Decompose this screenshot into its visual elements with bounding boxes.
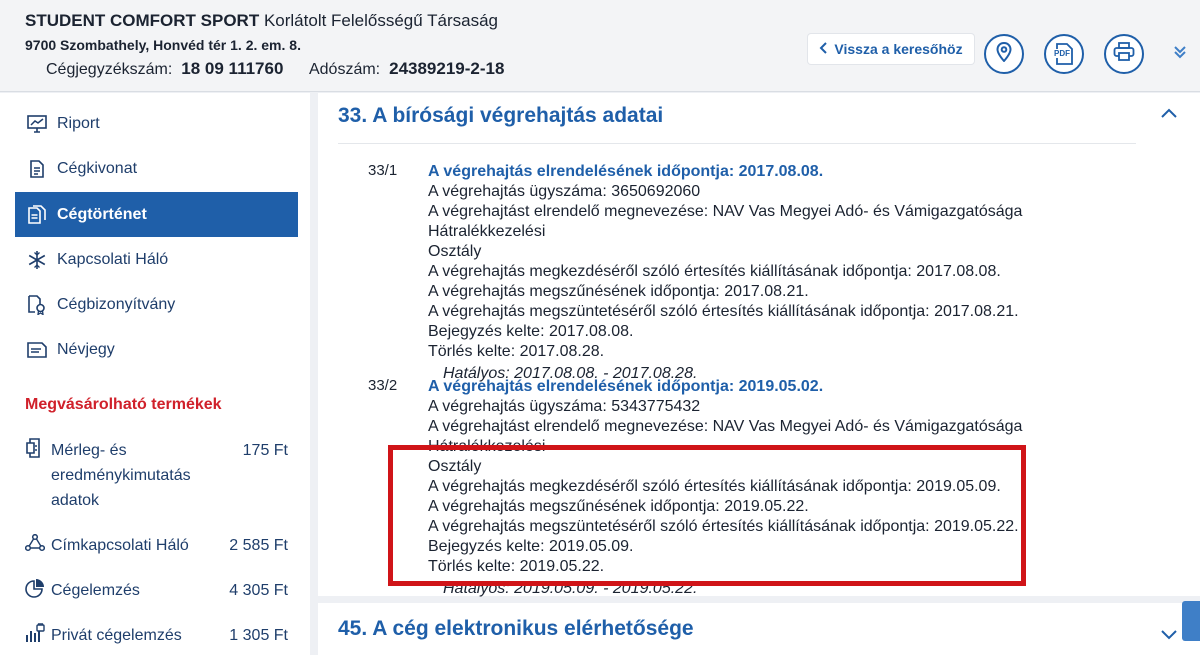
print-button[interactable] xyxy=(1104,34,1144,74)
pdf-download-button[interactable]: PDF xyxy=(1044,34,1084,74)
entry-number: 33/2 xyxy=(368,377,398,394)
sidebar-item-label: Névjegy xyxy=(57,340,115,358)
sidebar-item-label: Riport xyxy=(57,114,100,132)
product-balance-sheet[interactable]: Mérleg- és eredménykimutatás adatok 175 … xyxy=(25,438,290,509)
sidebar-item-nevjegy[interactable]: Névjegy xyxy=(15,327,298,372)
entry-line: A végrehajtás ügyszáma: 3650692060 xyxy=(428,183,701,200)
products-title: Megvásárolható termékek xyxy=(25,396,222,413)
product-price: 2 585 Ft xyxy=(229,537,288,554)
sidebar-item-label: Cégtörténet xyxy=(57,205,147,223)
sidebar-item-label: Cégkivonat xyxy=(57,159,138,177)
printer-icon xyxy=(1113,41,1135,67)
certificate-icon xyxy=(27,294,47,315)
tax-number-value: 24389219-2-18 xyxy=(389,59,505,78)
company-name-bold: STUDENT COMFORT SPORT xyxy=(25,11,260,30)
entry-line: A végrehajtás megkezdéséről szóló értesí… xyxy=(428,263,1001,280)
chevron-down-icon[interactable] xyxy=(1160,628,1178,640)
monitor-icon xyxy=(27,114,47,134)
chevron-left-icon xyxy=(819,41,828,58)
product-price: 175 Ft xyxy=(242,442,288,459)
section-33-panel: 33. A bírósági végrehajtás adatai 33/1 A… xyxy=(318,93,1200,597)
entry-line: A végrehajtást elrendelő megnevezése: NA… xyxy=(428,203,1023,240)
pdf-icon: PDF xyxy=(1053,43,1073,65)
main-content: 33. A bírósági végrehajtás adatai 33/1 A… xyxy=(318,93,1200,655)
entry-line: A végrehajtás ügyszáma: 5343775432 xyxy=(428,398,701,415)
sidebar-item-cegkivonat[interactable]: Cégkivonat xyxy=(15,146,298,191)
tax-number-label: Adószám: xyxy=(308,61,381,78)
section-33-title[interactable]: 33. A bírósági végrehajtás adatai xyxy=(338,104,663,128)
registration-row: Cégjegyzékszám: 18 09 111760 Adószám: 2438… xyxy=(46,59,526,79)
scroll-to-top-button[interactable] xyxy=(1182,601,1200,641)
product-name: Privát cégelemzés xyxy=(51,627,182,644)
sidebar-item-kapcsolati-halo[interactable]: Kapcsolati Háló xyxy=(15,237,298,282)
expand-header-button[interactable] xyxy=(1170,44,1190,64)
map-location-button[interactable] xyxy=(984,34,1024,74)
entry-line: Bejegyzés kelte: 2017.08.08. xyxy=(428,323,634,340)
entry-line: Törlés kelte: 2019.05.22. xyxy=(428,558,605,575)
sidebar-item-cegtortenet[interactable]: Cégtörténet xyxy=(15,192,298,237)
product-price: 1 305 Ft xyxy=(229,627,288,644)
card-icon xyxy=(27,340,47,360)
entry-effective-period: Hatályos: 2019.05.09. - 2019.05.22. xyxy=(443,580,698,597)
double-chevron-down-icon xyxy=(1173,45,1187,64)
company-name-rest: Korlátolt Felelősségű Társaság xyxy=(263,11,498,30)
section-45-panel: 45. A cég elektronikus elérhetősége xyxy=(318,603,1200,655)
back-to-search-label: Vissza a keresőhöz xyxy=(834,41,963,57)
sidebar-item-label: Cégbizonyítvány xyxy=(57,295,176,313)
balance-icon xyxy=(25,438,45,458)
product-price: 4 305 Ft xyxy=(229,582,288,599)
entry-line: Osztály xyxy=(428,243,482,260)
entry-line: Törlés kelte: 2017.08.28. xyxy=(428,343,605,360)
product-private-analysis[interactable]: Privát cégelemzés 1 305 Ft xyxy=(25,623,290,648)
pie-chart-icon xyxy=(25,578,45,598)
entry-heading: A végrehajtás elrendelésének időpontja: … xyxy=(428,378,824,395)
back-to-search-button[interactable]: Vissza a keresőhöz xyxy=(808,34,974,64)
company-address: 9700 Szombathely, Honvéd tér 1. 2. em. 8… xyxy=(25,37,301,53)
section-divider xyxy=(338,143,1136,144)
pdf-icon-label: PDF xyxy=(1053,49,1071,58)
network-icon xyxy=(25,533,45,553)
entry-line: Osztály xyxy=(428,458,482,475)
sidebar-item-label: Kapcsolati Háló xyxy=(57,250,169,268)
company-name: STUDENT COMFORT SPORT Korlátolt Felelőss… xyxy=(25,11,498,31)
documents-icon xyxy=(27,204,47,225)
reg-number-label: Cégjegyzékszám: xyxy=(46,61,173,78)
product-name: Mérleg- és eredménykimutatás adatok xyxy=(51,442,191,509)
snowflake-icon xyxy=(27,250,47,270)
entry-heading: A végrehajtás elrendelésének időpontja: … xyxy=(428,163,824,180)
product-company-analysis[interactable]: Cégelemzés 4 305 Ft xyxy=(25,578,290,603)
section-45-title[interactable]: 45. A cég elektronikus elérhetősége xyxy=(338,617,694,641)
document-icon xyxy=(27,159,47,179)
product-name: Cégelemzés xyxy=(51,582,140,599)
sidebar-item-riport[interactable]: Riport xyxy=(15,101,298,146)
entry-line: A végrehajtás megszűnésének időpontja: 2… xyxy=(428,283,809,300)
entry-line: A végrehajtás megszüntetéséről szóló ért… xyxy=(428,518,1019,535)
reg-number-value: 18 09 111760 xyxy=(181,59,284,78)
entry-line: A végrehajtás megkezdéséről szóló értesí… xyxy=(428,478,1001,495)
sidebar-item-cegbizonyitvany[interactable]: Cégbizonyítvány xyxy=(15,282,298,327)
entry-line: A végrehajtás megszüntetéséről szóló ért… xyxy=(428,303,1019,320)
chevron-up-icon[interactable] xyxy=(1160,106,1178,118)
entry-line: A végrehajtást elrendelő megnevezése: NA… xyxy=(428,418,1023,455)
entry-line: A végrehajtás megszűnésének időpontja: 2… xyxy=(428,498,809,515)
entry-line: Bejegyzés kelte: 2019.05.09. xyxy=(428,538,634,555)
sidebar: Riport Cégkivonat Cégtörténet Kapcsolati… xyxy=(0,93,310,655)
location-pin-icon xyxy=(996,41,1012,67)
product-name: Címkapcsolati Háló xyxy=(51,537,189,554)
private-analysis-icon xyxy=(25,623,45,643)
product-address-network[interactable]: Címkapcsolati Háló 2 585 Ft xyxy=(25,533,290,558)
entry-number: 33/1 xyxy=(368,162,398,179)
company-header: STUDENT COMFORT SPORT Korlátolt Felelőss… xyxy=(0,0,1200,92)
